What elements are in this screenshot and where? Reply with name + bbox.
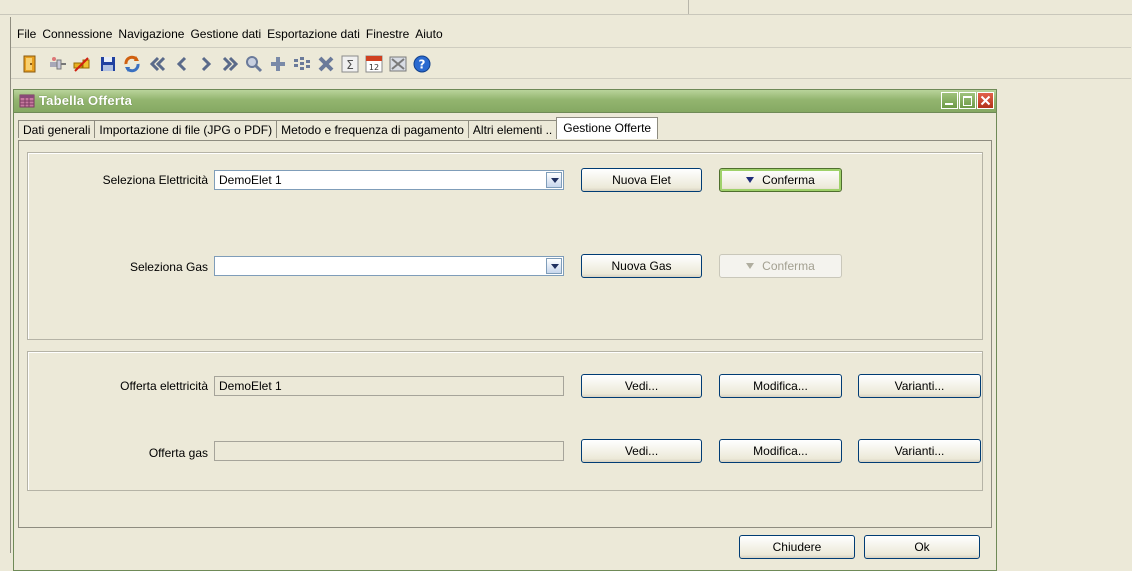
conferma-elet-label: Conferma (762, 173, 815, 187)
menu-bar: File Connessione Navigazione Gestione da… (17, 25, 449, 43)
triangle-down-icon (746, 177, 755, 183)
minimize-button[interactable] (941, 92, 958, 109)
nuova-gas-button[interactable]: Nuova Gas (581, 254, 702, 278)
conferma-elet-button[interactable]: Conferma (719, 168, 842, 192)
conferma-gas-button: Conferma (719, 254, 842, 278)
maximize-icon (963, 96, 972, 106)
offerta-gas-field (214, 441, 564, 461)
next-record-icon[interactable] (195, 53, 217, 75)
seleziona-elettricita-value: DemoElet 1 (219, 173, 282, 187)
seleziona-gas-label: Seleziona Gas (129, 260, 208, 274)
exit-icon[interactable] (19, 53, 41, 75)
svg-text:?: ? (419, 58, 426, 72)
seleziona-elettricita-label: Seleziona Elettricità (102, 173, 208, 187)
tab-strip: Dati generali Importazione di file (JPG … (18, 117, 659, 140)
window-titlebar[interactable]: Tabella Offerta (14, 90, 996, 113)
add-icon[interactable] (267, 53, 289, 75)
previous-record-icon[interactable] (171, 53, 193, 75)
table-icon (19, 94, 35, 108)
minimize-icon (945, 103, 953, 105)
svg-text:Σ: Σ (346, 58, 354, 72)
menu-aiuto[interactable]: Aiuto (415, 25, 446, 43)
menu-gestione-dati[interactable]: Gestione dati (190, 25, 265, 43)
calendar-icon[interactable]: 12 (363, 53, 385, 75)
columns-icon[interactable] (291, 53, 313, 75)
footer-bar: Chiudere Ok (18, 530, 990, 564)
help-icon[interactable]: ? (411, 53, 433, 75)
tab-panel: Seleziona Elettricità DemoElet 1 Nuova E… (18, 140, 992, 528)
tabella-offerta-window: Tabella Offerta Dati generali Importazio… (13, 89, 997, 571)
offerta-elettricita-label: Offerta elettricità (120, 379, 208, 393)
delete-icon[interactable] (315, 53, 337, 75)
menu-navigazione[interactable]: Navigazione (118, 25, 188, 43)
refresh-icon[interactable] (121, 53, 143, 75)
divider (688, 0, 689, 14)
close-button[interactable] (977, 92, 994, 109)
tab-dati-generali[interactable]: Dati generali (18, 120, 96, 138)
tab-importazione-file[interactable]: Importazione di file (JPG o PDF) (94, 120, 278, 138)
chevron-down-icon[interactable] (546, 258, 562, 274)
first-record-icon[interactable] (147, 53, 169, 75)
vedi-gas-button[interactable]: Vedi... (581, 439, 702, 463)
nuova-elet-button[interactable]: Nuova Elet (581, 168, 702, 192)
window-title: Tabella Offerta (39, 93, 133, 108)
export-icon[interactable] (387, 53, 409, 75)
application-frame: File Connessione Navigazione Gestione da… (10, 17, 1132, 571)
conferma-gas-label: Conferma (762, 259, 815, 273)
selezione-group: Seleziona Elettricità DemoElet 1 Nuova E… (27, 152, 983, 340)
menu-file[interactable]: File (17, 25, 40, 43)
varianti-elettricita-button[interactable]: Varianti... (858, 374, 981, 398)
close-icon (980, 95, 991, 106)
offerta-elettricita-value: DemoElet 1 (219, 379, 282, 393)
toolbar: Σ 12 ? (11, 47, 1131, 79)
menu-finestre[interactable]: Finestre (366, 25, 413, 43)
chiudere-button[interactable]: Chiudere (739, 535, 855, 559)
seleziona-gas-combo[interactable] (214, 256, 564, 276)
offerta-gas-label: Offerta gas (148, 446, 208, 460)
chevron-down-icon[interactable] (546, 172, 562, 188)
vedi-elettricita-button[interactable]: Vedi... (581, 374, 702, 398)
modifica-gas-button[interactable]: Modifica... (719, 439, 842, 463)
modifica-elettricita-button[interactable]: Modifica... (719, 374, 842, 398)
menu-connessione[interactable]: Connessione (42, 25, 116, 43)
tab-gestione-offerte[interactable]: Gestione Offerte (556, 117, 659, 139)
maximize-button[interactable] (959, 92, 976, 109)
save-icon[interactable] (97, 53, 119, 75)
offerta-elettricita-field: DemoElet 1 (214, 376, 564, 396)
top-strip (0, 0, 1132, 15)
ok-button[interactable]: Ok (864, 535, 980, 559)
connect-icon[interactable] (47, 53, 69, 75)
offerte-group: Offerta elettricità DemoElet 1 Vedi... M… (27, 351, 983, 491)
varianti-gas-button[interactable]: Varianti... (858, 439, 981, 463)
menu-esportazione-dati[interactable]: Esportazione dati (267, 25, 364, 43)
tab-altri-elementi[interactable]: Altri elementi .. (467, 120, 558, 138)
disconnect-icon[interactable] (71, 53, 93, 75)
svg-text:12: 12 (369, 63, 379, 72)
sum-icon[interactable]: Σ (339, 53, 361, 75)
last-record-icon[interactable] (219, 53, 241, 75)
triangle-down-icon (746, 263, 755, 269)
seleziona-elettricita-combo[interactable]: DemoElet 1 (214, 170, 564, 190)
tab-metodo-pagamento[interactable]: Metodo e frequenza di pagamento (276, 120, 469, 138)
search-icon[interactable] (243, 53, 265, 75)
